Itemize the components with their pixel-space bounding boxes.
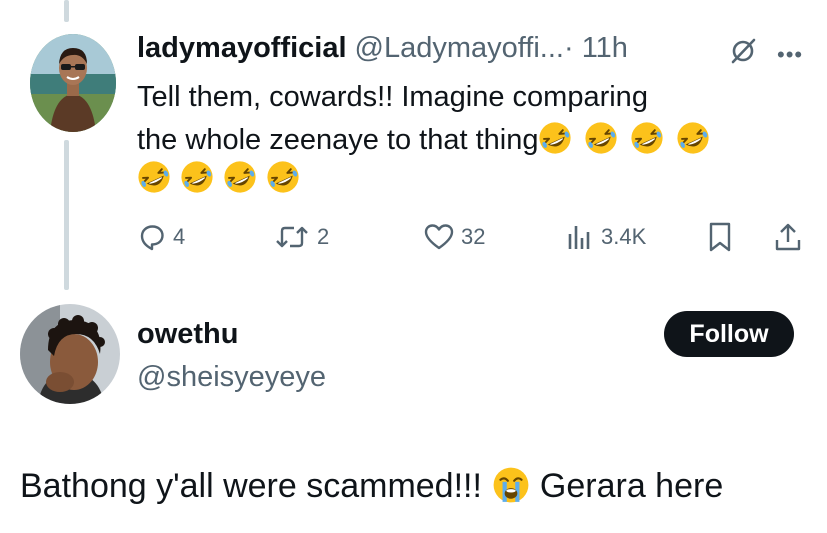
grok-icon[interactable] [728,36,758,71]
tweet2-text-before: Bathong y'all were scammed!!! [20,467,482,505]
tweet1-header: ladymayofficial @Ladymayoffi... · 11h [137,28,628,68]
follow-button[interactable]: Follow [664,311,794,357]
reply-button[interactable]: 4 [137,220,185,254]
bookmark-button[interactable] [706,220,734,254]
rolling-on-floor-laughing-emoji [180,160,214,194]
like-button[interactable]: 32 [423,220,485,254]
repost-icon [276,226,308,248]
tweet1-text: Tell them, cowards!! Imagine comparing t… [137,76,807,162]
rolling-on-floor-laughing-emoji [584,121,618,155]
loudly-crying-face-emoji [492,466,530,504]
rolling-on-floor-laughing-emoji [223,160,257,194]
tweet2-text: Bathong y'all were scammed!!! Gerara here [20,466,723,506]
tweet2-text-after: Gerara here [539,467,724,505]
reply-count: 4 [173,224,186,249]
thread-line [64,140,69,290]
repost-button[interactable]: 2 [273,220,329,254]
like-icon [424,224,454,250]
tweet1-text-line2: the whole zeenaye to that thing [137,119,807,162]
rolling-on-floor-laughing-emoji [538,121,572,155]
rolling-on-floor-laughing-emoji [266,160,300,194]
reply-icon [140,225,164,251]
tweet1-text-line1: Tell them, cowards!! Imagine comparing [137,81,648,113]
display-name[interactable]: ladymayofficial [137,32,347,65]
avatar-ladymayofficial[interactable] [30,34,116,132]
tweet1-text-line2-words: the whole zeenaye to that thing [137,124,539,156]
thread-line-top [64,0,69,22]
more-icon[interactable]: ••• [777,44,803,66]
display-name[interactable]: owethu [137,318,239,351]
rolling-on-floor-laughing-emoji [630,121,664,155]
views-icon [568,226,590,249]
views-button[interactable]: 3.4K [565,220,646,254]
tweet1-emoji-row [137,160,309,194]
rolling-on-floor-laughing-emoji [676,121,710,155]
share-button[interactable] [773,220,803,254]
bookmark-icon [709,222,731,252]
repost-count: 2 [317,224,330,249]
tweet1-actions: 4 2 32 3.4K [0,220,827,254]
share-icon [775,223,801,251]
views-count: 3.4K [601,224,647,249]
timestamp[interactable]: · 11h [564,32,628,65]
rolling-on-floor-laughing-emoji [137,160,171,194]
user-handle[interactable]: @sheisyeyeye [137,361,326,394]
avatar-owethu[interactable] [20,304,120,404]
like-count: 32 [461,224,486,249]
user-handle[interactable]: @Ladymayoffi... [355,32,564,65]
